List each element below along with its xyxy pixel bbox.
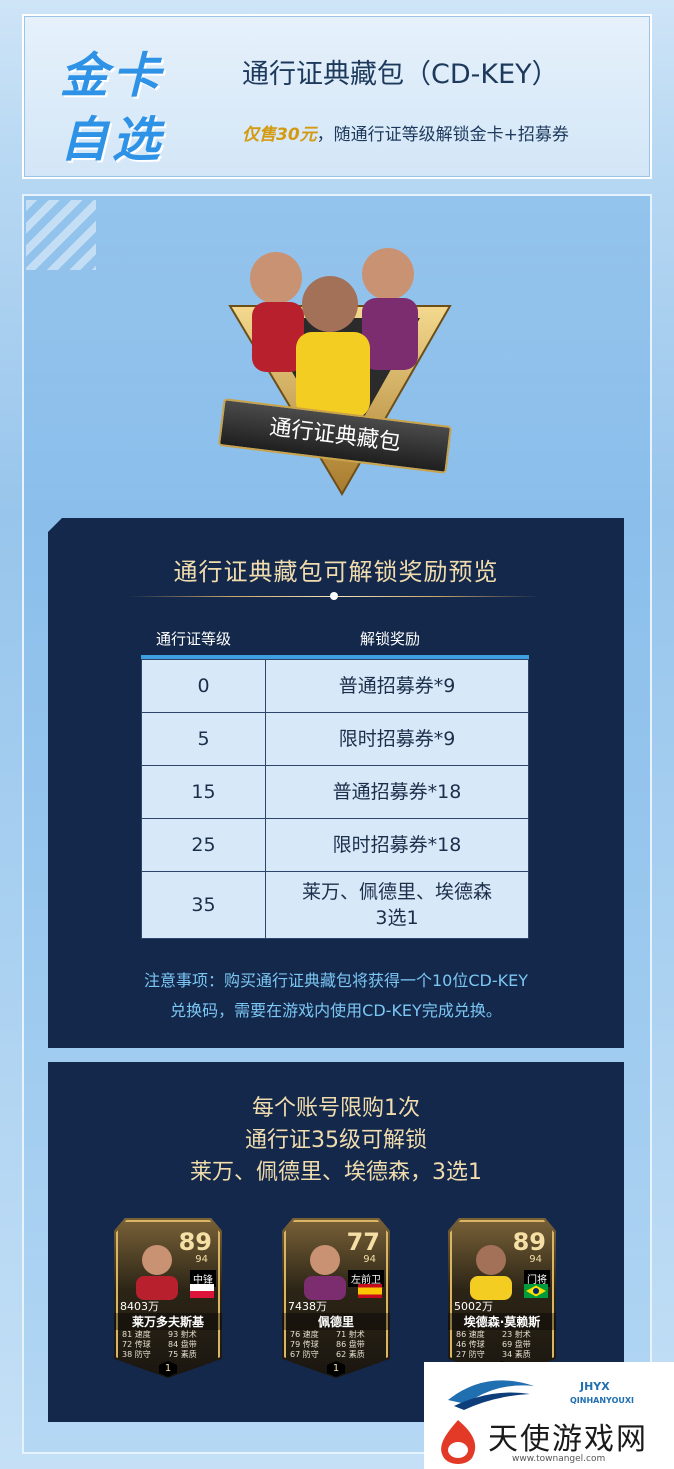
player-portrait-icon bbox=[304, 1245, 346, 1300]
swoosh-logo-icon bbox=[448, 1380, 534, 1410]
player-card-lewandowski: 89 94 中锋 8403万 莱万多夫斯基 81 速度 93 射术 72 传球 … bbox=[114, 1218, 222, 1378]
reward-cell-line2: 3选1 bbox=[375, 907, 419, 929]
table-row: 5 限时招募券*9 bbox=[141, 712, 529, 766]
rewards-title: 通行证典藏包可解锁奖励预览 bbox=[173, 558, 499, 586]
decorative-stripes bbox=[26, 200, 96, 270]
reward-cell-line1: 莱万、佩德里、埃德森 bbox=[301, 881, 492, 903]
reward-cell: 限时招募券*18 bbox=[265, 818, 529, 872]
column-header-reward: 解锁奖励 bbox=[360, 630, 421, 648]
stat: 62 素质 bbox=[336, 1350, 365, 1359]
table-row: 35 莱万、佩德里、埃德森 3选1 bbox=[141, 871, 529, 939]
table-row: 0 普通招募券*9 bbox=[141, 659, 529, 713]
stat: 27 防守 bbox=[456, 1350, 485, 1359]
card-price: 7438万 bbox=[288, 1300, 327, 1313]
level-cell: 25 bbox=[141, 818, 266, 872]
notice-line2: 兑换码，需要在游戏内使用CD-KEY完成兑换。 bbox=[170, 1001, 502, 1020]
reward-cell: 普通招募券*9 bbox=[265, 659, 529, 713]
stat: 38 防守 bbox=[122, 1350, 151, 1359]
table-row: 15 普通招募券*18 bbox=[141, 765, 529, 819]
level-cell: 35 bbox=[141, 871, 266, 939]
brazil-flag-icon bbox=[524, 1284, 548, 1298]
limit-line1: 每个账号限购1次 bbox=[252, 1096, 420, 1121]
stat: 84 盘带 bbox=[168, 1340, 197, 1349]
player-portrait-icon bbox=[136, 1245, 178, 1300]
stat: 81 速度 bbox=[122, 1330, 151, 1339]
banner-title: 通行证典藏包（CD-KEY） bbox=[242, 59, 559, 90]
divider-dot bbox=[330, 592, 338, 600]
card-sub-rating: 94 bbox=[363, 1254, 376, 1265]
limit-line2: 通行证35级可解锁 bbox=[245, 1128, 427, 1153]
stat: 93 射术 bbox=[168, 1330, 197, 1339]
card-stats: 86 速度 23 射术 46 传球 69 盘带 27 防守 34 素质 bbox=[456, 1330, 548, 1360]
stat: 69 盘带 bbox=[502, 1340, 531, 1349]
site-watermark: JHYX QINHANYOUXI 天使游戏网 www.townangel.com bbox=[424, 1362, 674, 1469]
stat: 76 速度 bbox=[290, 1330, 319, 1339]
stat: 71 射术 bbox=[336, 1330, 365, 1339]
banner-big-title-line1: 金卡 bbox=[60, 48, 165, 104]
card-player-name: 埃德森·莫赖斯 bbox=[448, 1313, 556, 1330]
reward-cell: 普通招募券*18 bbox=[265, 765, 529, 819]
column-header-level: 通行证等级 bbox=[156, 630, 232, 648]
table-row: 25 限时招募券*18 bbox=[141, 818, 529, 872]
watermark-brand-pinyin: QINHANYOUXI bbox=[570, 1396, 635, 1405]
level-cell: 15 bbox=[141, 765, 266, 819]
stat: 23 射术 bbox=[502, 1330, 531, 1339]
notice-line1: 注意事项：购买通行证典藏包将获得一个10位CD-KEY bbox=[143, 971, 528, 990]
stat: 86 速度 bbox=[456, 1330, 485, 1339]
reward-cell: 限时招募券*9 bbox=[265, 712, 529, 766]
watermark-site-name: 天使游戏网 bbox=[488, 1422, 648, 1457]
banner-subtitle-text: ，随通行证等级解锁金卡+招募券 bbox=[316, 125, 569, 145]
card-price: 5002万 bbox=[454, 1300, 493, 1313]
stat: 79 传球 bbox=[290, 1340, 319, 1349]
stat: 46 传球 bbox=[456, 1340, 485, 1349]
player-card-pedri: 77 94 左前卫 7438万 佩德里 76 速度 71 射术 79 传球 86… bbox=[282, 1218, 390, 1378]
player-card-ederson: 89 94 门将 5002万 埃德森·莫赖斯 86 速度 23 射术 46 传球… bbox=[448, 1218, 556, 1378]
watermark-url: www.townangel.com bbox=[512, 1454, 606, 1464]
reward-table: 0 普通招募券*9 5 限时招募券*9 15 普通招募券*18 25 限时招募券… bbox=[141, 659, 529, 939]
card-price: 8403万 bbox=[120, 1300, 159, 1313]
spain-flag-icon bbox=[358, 1284, 382, 1298]
reward-cell: 莱万、佩德里、埃德森 3选1 bbox=[265, 871, 529, 939]
stat: 72 传球 bbox=[122, 1340, 151, 1349]
header-banner: 金卡 自选 通行证典藏包（CD-KEY） 仅售30元，随通行证等级解锁金卡+招募… bbox=[22, 14, 652, 179]
card-player-name: 佩德里 bbox=[282, 1313, 390, 1330]
poland-flag-icon bbox=[190, 1284, 214, 1298]
stat: 75 素质 bbox=[168, 1350, 197, 1359]
card-sub-rating: 94 bbox=[195, 1254, 208, 1265]
flame-logo-icon bbox=[441, 1420, 476, 1464]
stat: 34 素质 bbox=[502, 1350, 531, 1359]
card-sub-rating: 94 bbox=[529, 1254, 542, 1265]
watermark-brand: JHYX bbox=[580, 1380, 610, 1393]
banner-big-title-line2: 自选 bbox=[60, 112, 165, 168]
card-stats: 81 速度 93 射术 72 传球 84 盘带 38 防守 75 素质 bbox=[122, 1330, 214, 1360]
level-cell: 0 bbox=[141, 659, 266, 713]
card-rating: 89 bbox=[512, 1228, 546, 1256]
player-portrait-icon bbox=[470, 1245, 512, 1300]
card-rating: 89 bbox=[178, 1228, 212, 1256]
level-cell: 5 bbox=[141, 712, 266, 766]
limit-line3: 莱万、佩德里、埃德森，3选1 bbox=[190, 1160, 482, 1185]
banner-subtitle: 仅售30元，随通行证等级解锁金卡+招募券 bbox=[242, 120, 569, 145]
notice-text: 注意事项：购买通行证典藏包将获得一个10位CD-KEY 兑换码，需要在游戏内使用… bbox=[78, 966, 594, 1026]
rewards-section: 通行证典藏包可解锁奖励预览 通行证等级 解锁奖励 0 普通招募券*9 5 限时招… bbox=[48, 518, 624, 1048]
stat: 67 防守 bbox=[290, 1350, 319, 1359]
card-player-name: 莱万多夫斯基 bbox=[114, 1313, 222, 1330]
pack-hero-image: 通行证典藏包 bbox=[210, 236, 470, 498]
card-stats: 76 速度 71 射术 79 传球 86 盘带 67 防守 62 素质 bbox=[290, 1330, 382, 1360]
stat: 86 盘带 bbox=[336, 1340, 365, 1349]
card-rating: 77 bbox=[346, 1228, 380, 1256]
price-tag: 仅售30元 bbox=[242, 125, 317, 145]
